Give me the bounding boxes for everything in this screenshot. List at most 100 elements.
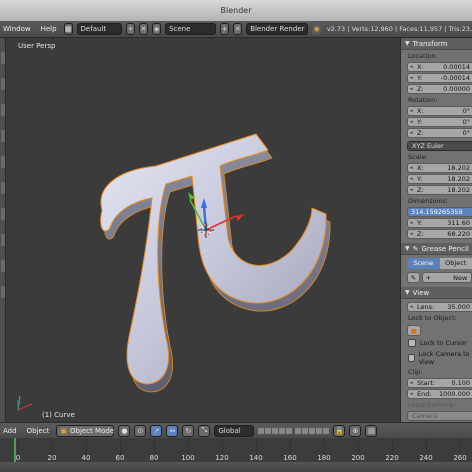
lock-to-object-label: Lock to Object: — [408, 314, 457, 322]
rotate-manipulator-icon[interactable]: ↻ — [182, 424, 195, 437]
timeline-tick-label: 0 — [15, 454, 21, 462]
render-engine-value: Blender Render — [250, 25, 305, 33]
new-grease-pencil-button[interactable]: + New — [421, 272, 472, 283]
menu-help[interactable]: Help — [38, 25, 60, 33]
timeline-tick-label: 200 — [351, 454, 365, 462]
collapse-triangle-icon: ▼ — [405, 40, 410, 47]
mode-cube-icon: ▣ — [60, 426, 67, 435]
layer-buttons[interactable] — [258, 427, 330, 434]
screen-layout-field[interactable]: Default — [76, 23, 123, 35]
3d-viewport[interactable]: User Persp (1) Curve — [6, 38, 400, 422]
blender-logo-icon: ◉ — [312, 23, 321, 35]
timeline-ruler[interactable]: 0 20 40 60 80 100 120 140 160 180 200 220 240 260 — [0, 438, 472, 462]
translate-manipulator-icon[interactable]: ↔ — [166, 424, 179, 437]
delete-layout-close-icon[interactable]: ✕ — [139, 23, 149, 35]
scene-value: Scene — [169, 25, 191, 33]
screen-layout-icon[interactable]: ▦ — [63, 23, 73, 35]
scale-z-field[interactable]: ◂ Z: 18.202 — [407, 185, 472, 195]
menu-window[interactable]: Window — [0, 25, 34, 33]
collapse-triangle-icon: ▼ — [405, 289, 410, 296]
grease-pencil-icon: ✎ — [412, 244, 419, 253]
lock-icon[interactable]: 🔒 — [333, 424, 346, 437]
timeline-tick-label: 240 — [419, 454, 433, 462]
axis-gizmo-icon — [17, 395, 33, 411]
clip-end-field[interactable]: ◂ End: 1000.000 — [407, 389, 472, 399]
scale-manipulator-icon[interactable]: ⤡ — [198, 424, 211, 437]
timeline-tick-label: 220 — [385, 454, 399, 462]
viewport-header: Add Object ▣ Object Mode ● ⊙ ↗ ↔ ↻ ⤡ Glo… — [0, 422, 472, 438]
timeline-tick-label: 180 — [317, 454, 331, 462]
app-title: Blender — [220, 6, 252, 15]
timeline-tick-label: 260 — [453, 454, 467, 462]
menu-add[interactable]: Add — [0, 427, 20, 435]
dimensions-x-field[interactable]: 314.159265359 — [407, 207, 472, 217]
scene-stats: v2.73 | Verts:12,960 | Faces:11,957 | Tr… — [326, 25, 472, 33]
manipulator-toggle-icon[interactable]: ↗ — [150, 424, 163, 437]
current-frame-marker[interactable] — [14, 438, 16, 462]
object-cube-icon: ■ — [410, 326, 418, 335]
rotation-mode-select[interactable]: XYZ Euler — [407, 141, 472, 151]
dimensions-y-field[interactable]: ◂ Y: 311.60 — [407, 218, 472, 228]
location-z-field[interactable]: ◂ Z: 0.00000 — [407, 84, 472, 94]
lock-camera-to-view-checkbox[interactable]: Lock Camera to View — [408, 350, 472, 366]
plus-icon: + — [425, 273, 432, 282]
local-camera-label: Local Camera: — [408, 401, 455, 409]
add-scene-plus-icon[interactable]: + — [220, 23, 230, 35]
render-icon[interactable]: ▤ — [365, 424, 378, 437]
timeline-tick-label: 40 — [81, 454, 91, 462]
grease-pencil-tabs: Scene Object — [407, 258, 472, 269]
tab-scene[interactable]: Scene — [407, 258, 440, 269]
scale-x-field[interactable]: ◂ X: 18.202 — [407, 163, 472, 173]
snap-icon[interactable]: ⊕ — [349, 424, 362, 437]
render-engine-select[interactable]: Blender Render — [246, 23, 309, 35]
rotation-y-field[interactable]: ◂ Y: 0° — [407, 117, 472, 127]
scale-label: Scale: — [408, 153, 428, 161]
local-camera-field[interactable]: Camera — [407, 411, 472, 421]
grease-pencil-panel-header[interactable]: ▼ ✎ Grease Pencil — [401, 243, 472, 255]
window-titlebar: Blender — [0, 0, 472, 21]
tab-object[interactable]: Object — [439, 258, 472, 269]
lock-to-cursor-checkbox[interactable]: Lock to Cursor — [408, 339, 472, 347]
rotation-x-field[interactable]: ◂ X: 0° — [407, 106, 472, 116]
delete-scene-close-icon[interactable]: ✕ — [233, 23, 243, 35]
scene-icon[interactable]: ◈ — [152, 23, 162, 35]
lens-field[interactable]: ◂ Lens: 35.000 — [407, 302, 472, 312]
clip-start-field[interactable]: ◂ Start: 0.100 — [407, 378, 472, 388]
transform-panel-header[interactable]: ▼ Transform — [401, 38, 472, 50]
lock-object-picker[interactable]: ■ — [407, 325, 421, 336]
pi-curve-object[interactable] — [6, 38, 400, 422]
rotation-z-field[interactable]: ◂ Z: 0° — [407, 128, 472, 138]
timeline-tick-label: 20 — [47, 454, 57, 462]
timeline-tick-label: 60 — [115, 454, 125, 462]
clip-label: Clip: — [408, 368, 423, 376]
orientation-select[interactable]: Global — [214, 424, 255, 437]
location-label: Location: — [408, 52, 438, 60]
checkbox-icon — [408, 339, 416, 347]
timeline-tick-label: 100 — [181, 454, 195, 462]
timeline-tick-label: 80 — [149, 454, 159, 462]
properties-panel[interactable]: ▼ Transform Location: ◂ X: 0.00014 ◂ Y: -0.0… — [400, 38, 472, 422]
timeline-tick-label: 140 — [249, 454, 263, 462]
collapse-triangle-icon: ▼ — [405, 245, 410, 252]
menu-object[interactable]: Object — [24, 427, 53, 435]
location-x-field[interactable]: ◂ X: 0.00014 — [407, 62, 472, 72]
info-header: Window Help ▦ Default + ✕ ◈ Scene + ✕ Bl… — [0, 21, 472, 38]
dimensions-z-field[interactable]: ◂ Z: 68.220 — [407, 229, 472, 239]
view-panel-header[interactable]: ▼ View — [401, 287, 472, 299]
mode-select[interactable]: ▣ Object Mode — [56, 424, 115, 437]
timeline-tick-label: 120 — [215, 454, 229, 462]
add-layout-plus-icon[interactable]: + — [126, 23, 136, 35]
scale-y-field[interactable]: ◂ Y: 18.202 — [407, 174, 472, 184]
screen-layout-value: Default — [80, 25, 107, 33]
pivot-point-icon[interactable]: ⊙ — [134, 424, 147, 437]
timeline-tick-label: 160 — [283, 454, 297, 462]
pencil-icon[interactable]: ✎ — [407, 272, 420, 283]
timeline-header — [0, 462, 472, 472]
dimensions-label: Dimensions: — [408, 197, 449, 205]
location-y-field[interactable]: ◂ Y: -0.00014 — [407, 73, 472, 83]
timeline[interactable]: 0 20 40 60 80 100 120 140 160 180 200 220 240 260 — [0, 438, 472, 472]
scene-field[interactable]: Scene — [165, 23, 217, 35]
checkbox-icon — [408, 354, 415, 362]
pi-front-face — [100, 133, 327, 385]
viewport-shading-icon[interactable]: ● — [118, 424, 131, 437]
